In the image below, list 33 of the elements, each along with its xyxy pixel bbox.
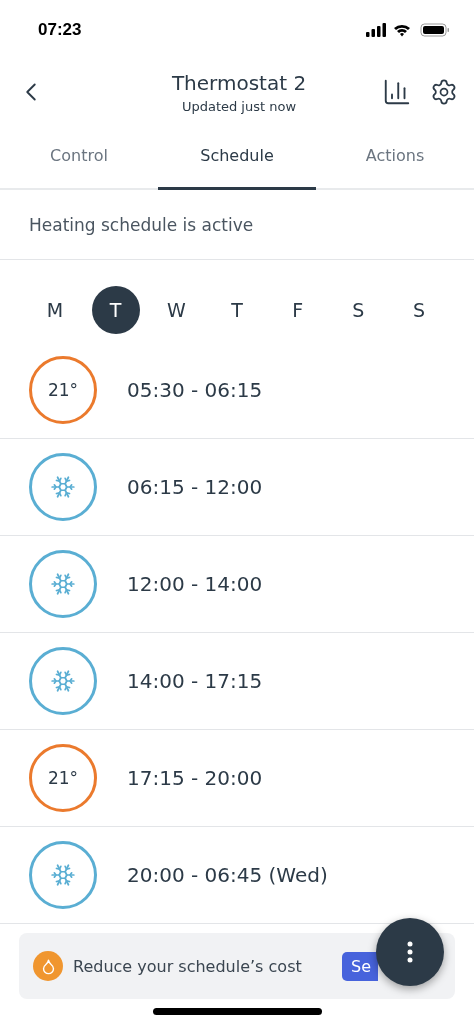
signal-wifi-battery-icon — [366, 22, 452, 38]
day-button[interactable]: M — [31, 286, 79, 334]
more-button[interactable] — [376, 918, 444, 986]
update-status: Updated just now — [181, 98, 297, 114]
bar-chart-icon[interactable] — [382, 77, 412, 107]
tab[interactable]: Actions — [316, 124, 474, 190]
time-range: 20:00 - 06:45 (Wed) — [127, 863, 328, 887]
temperature-circle: 21° — [29, 744, 97, 812]
snowflake-icon — [50, 862, 76, 888]
snowflake-icon — [50, 571, 76, 597]
time-range: 06:15 - 12:00 — [127, 475, 263, 499]
time-range: 14:00 - 17:15 — [127, 669, 263, 693]
schedule-status: Heating schedule is active — [0, 190, 474, 260]
time-range: 05:30 - 06:15 — [127, 378, 263, 402]
status-time: 07:23 — [38, 20, 82, 40]
device-title: Thermostat 2 — [171, 70, 307, 95]
see-button[interactable]: Se — [342, 951, 378, 981]
day-button[interactable]: T — [212, 286, 261, 334]
more-icon — [407, 941, 413, 963]
tab[interactable]: Schedule — [158, 124, 316, 190]
day-button[interactable]: S — [394, 286, 443, 334]
snowflake-icon — [50, 668, 76, 694]
time-range: 12:00 - 14:00 — [127, 572, 263, 596]
day-button[interactable]: T — [91, 286, 140, 334]
temperature-circle: 21° — [29, 356, 97, 424]
day-button[interactable]: F — [273, 286, 322, 334]
tab[interactable]: Control — [0, 124, 158, 190]
day-button[interactable]: W — [152, 286, 201, 334]
snowflake-icon — [50, 474, 76, 500]
day-button[interactable]: S — [334, 286, 383, 334]
settings-icon[interactable] — [430, 78, 458, 106]
promo-text: Reduce your schedule’s cost — [73, 956, 303, 976]
time-range: 17:15 - 20:00 — [127, 766, 263, 790]
